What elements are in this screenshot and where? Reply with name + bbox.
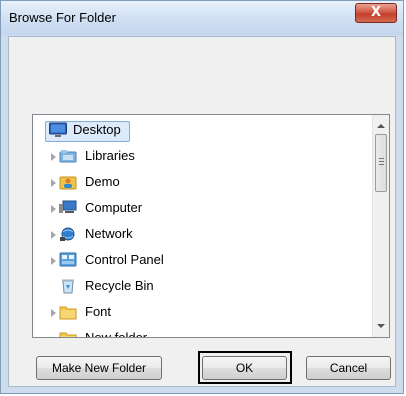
tree-item-recycle-bin[interactable]: Recycle Bin xyxy=(33,274,363,300)
recycle-bin-icon xyxy=(59,278,77,294)
scroll-up-arrow-icon[interactable] xyxy=(377,124,385,128)
tree-item-font[interactable]: Font xyxy=(33,300,363,326)
expand-arrow-icon[interactable] xyxy=(51,179,56,187)
tree-item-label: New folder xyxy=(85,330,148,338)
tree-item-label: Computer xyxy=(85,200,143,215)
tree-item-computer[interactable]: Computer xyxy=(33,196,363,222)
title-bar[interactable]: Browse For Folder X xyxy=(1,1,403,35)
tree-item-libraries[interactable]: Libraries xyxy=(33,144,363,170)
expand-arrow-icon[interactable] xyxy=(51,309,56,317)
tree-item-label: Demo xyxy=(85,174,120,189)
tree-item-demo[interactable]: Demo xyxy=(33,170,363,196)
close-icon: X xyxy=(370,5,382,20)
browse-for-folder-dialog: Browse For Folder X New folder Font Recycl… xyxy=(0,0,404,394)
computer-icon xyxy=(59,200,77,216)
tree-item-network[interactable]: Network xyxy=(33,222,363,248)
tree-item-label: Font xyxy=(85,304,112,319)
scroll-down-arrow-icon[interactable] xyxy=(377,324,385,328)
make-new-folder-button[interactable]: Make New Folder xyxy=(36,356,162,380)
cancel-button[interactable]: Cancel xyxy=(306,356,391,380)
grip-line xyxy=(379,161,384,162)
expand-arrow-icon[interactable] xyxy=(51,205,56,213)
network-icon xyxy=(59,226,77,242)
grip-line xyxy=(379,158,384,159)
libraries-icon xyxy=(59,148,77,164)
scroll-thumb[interactable] xyxy=(375,134,387,192)
tree-item-label: Libraries xyxy=(85,148,135,163)
folder-tree[interactable]: New folder Font Recycle Bin Control Panel Ne… xyxy=(32,114,390,338)
user-folder-icon xyxy=(59,174,77,190)
tree-item-label: Network xyxy=(85,226,133,241)
folder-icon xyxy=(59,304,77,320)
ok-focus-frame xyxy=(198,351,292,384)
expand-arrow-icon[interactable] xyxy=(51,153,56,161)
tree-item-label: Desktop xyxy=(73,122,121,137)
tree-item-label: Recycle Bin xyxy=(85,278,154,293)
window-title: Browse For Folder xyxy=(9,10,116,25)
tree-item-label: Control Panel xyxy=(85,252,164,267)
expand-arrow-icon[interactable] xyxy=(51,257,56,265)
tree-item-control-panel[interactable]: Control Panel xyxy=(33,248,363,274)
desktop-icon xyxy=(49,122,67,138)
grip-line xyxy=(379,164,384,165)
control-panel-icon xyxy=(59,252,77,268)
close-button[interactable]: X xyxy=(355,3,397,23)
vertical-scrollbar[interactable] xyxy=(372,115,389,337)
tree-item-new-folder[interactable]: New folder xyxy=(33,326,363,338)
folder-icon xyxy=(59,330,77,337)
expand-arrow-icon[interactable] xyxy=(51,231,56,239)
tree-item-desktop[interactable]: Desktop xyxy=(33,118,363,144)
